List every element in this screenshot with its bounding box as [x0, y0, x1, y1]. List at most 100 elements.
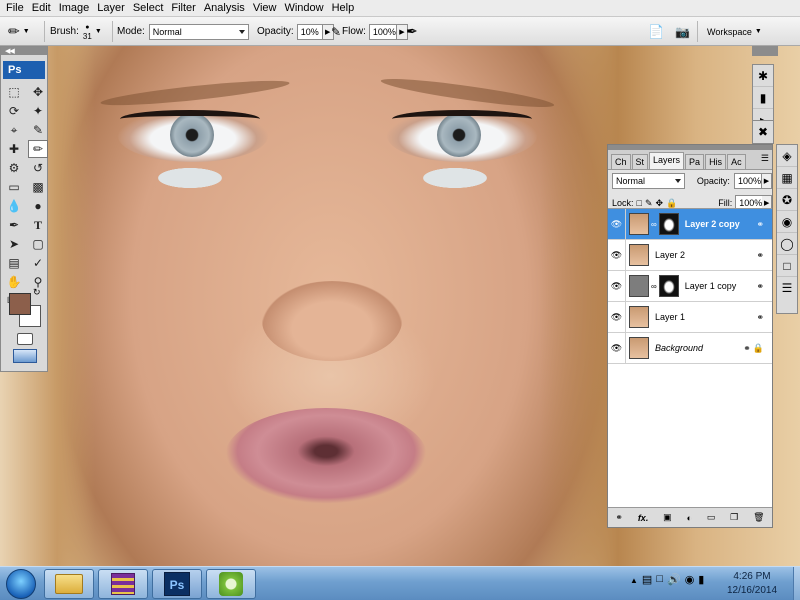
crop-tool-icon[interactable]: ⌖	[4, 121, 24, 139]
menu-analysis[interactable]: Analysis	[202, 0, 251, 17]
lock-pixels-icon[interactable]: ✎	[645, 198, 653, 209]
layer-opacity-input[interactable]: 100%	[733, 173, 762, 189]
gradient-tool-icon[interactable]: ▩	[28, 178, 48, 196]
type-tool-icon[interactable]: T	[28, 216, 48, 234]
blur-tool-icon[interactable]: 💧	[4, 197, 24, 215]
ps-logo[interactable]: Ps	[3, 61, 45, 79]
menu-window[interactable]: Window	[282, 0, 329, 17]
menu-select[interactable]: Select	[131, 0, 170, 17]
brush-picker[interactable]: Brush: ● 31 ▼	[50, 17, 102, 46]
lock-all-icon[interactable]: 🔒	[666, 198, 677, 209]
opacity-input[interactable]: 10%	[296, 23, 323, 40]
move-tool-icon[interactable]: ✥	[28, 83, 48, 101]
mask-icon[interactable]: ▣	[663, 512, 672, 523]
mask-link-icon[interactable]: ∞	[651, 282, 657, 291]
brush-tool-icon[interactable]: ✏	[28, 140, 48, 158]
menu-file[interactable]: File	[4, 0, 30, 17]
menu-filter[interactable]: Filter	[169, 0, 201, 17]
document-tray-icon[interactable]: ▤	[642, 573, 652, 589]
color-icon[interactable]: ◈	[777, 145, 797, 167]
visibility-eye-icon[interactable]: 👁	[608, 332, 626, 364]
paths-icon[interactable]: □	[777, 255, 797, 277]
navigator-icon[interactable]: ✱	[753, 65, 773, 87]
magic-wand-tool-icon[interactable]: ✦	[28, 102, 48, 120]
visibility-eye-icon[interactable]: 👁	[608, 301, 626, 333]
mask-link-icon[interactable]: ∞	[651, 220, 657, 229]
adjustments-icon[interactable]: ☰	[777, 277, 797, 299]
menu-view[interactable]: View	[251, 0, 283, 17]
mode-dropdown[interactable]: Normal	[148, 23, 249, 40]
path-selection-tool-icon[interactable]: ➤	[4, 235, 24, 253]
quick-mask-button[interactable]	[17, 333, 33, 345]
flow-input[interactable]: 100%	[368, 23, 397, 40]
layer-row-layer-1[interactable]: 👁 Layer 1 ⚭	[608, 301, 772, 333]
tab-actions[interactable]: Ac	[727, 154, 746, 169]
dodge-tool-icon[interactable]: ●	[28, 197, 48, 215]
layer-opacity-slider-button[interactable]: ▶	[761, 173, 772, 189]
fx-icon[interactable]: fx.	[638, 513, 649, 523]
adjustment-icon[interactable]: ◐	[687, 513, 692, 523]
taskbar-greenshot[interactable]	[206, 569, 256, 599]
trash-icon[interactable]: 🗑	[753, 512, 764, 523]
notes-tool-icon[interactable]: ▤	[4, 254, 24, 272]
layer-row-layer-1-copy[interactable]: 👁 ∞ Layer 1 copy ⚭	[608, 270, 772, 302]
styles-icon[interactable]: ✪	[777, 189, 797, 211]
menu-image[interactable]: Image	[57, 0, 96, 17]
lasso-tool-icon[interactable]: ⟳	[4, 102, 24, 120]
workspace-button[interactable]: Workspace ▼	[707, 17, 762, 46]
clone-stamp-tool-icon[interactable]: ⚙	[4, 159, 24, 177]
pen-tool-icon[interactable]: ✒	[4, 216, 24, 234]
airbrush-icon[interactable]: ✎	[331, 25, 341, 39]
security-icon[interactable]: ◉	[685, 573, 695, 589]
history-brush-tool-icon[interactable]: ↺	[28, 159, 48, 177]
tab-channels[interactable]: Ch	[611, 154, 631, 169]
screen-mode-button[interactable]	[13, 349, 37, 363]
show-desktop-button[interactable]	[793, 567, 800, 600]
swatches-icon[interactable]: ▦	[777, 167, 797, 189]
visibility-eye-icon[interactable]: 👁	[608, 270, 626, 302]
group-icon[interactable]: ▭	[707, 512, 716, 523]
layer-row-layer-2[interactable]: 👁 Layer 2 ⚭	[608, 239, 772, 271]
layer-row-layer-2-copy[interactable]: 👁 ∞ Layer 2 copy ⚭	[608, 208, 772, 240]
toggle-palettes-button[interactable]: 📄	[648, 17, 664, 46]
link-icon[interactable]: ⚭	[615, 512, 623, 523]
clock[interactable]: 4:26 PM 12/16/2014	[712, 570, 792, 598]
tools-options-icon[interactable]: ✖	[753, 121, 773, 143]
new-layer-icon[interactable]: ❐	[730, 512, 738, 523]
layer-mask-thumbnail[interactable]	[658, 275, 679, 297]
histogram-icon[interactable]: ▮	[753, 87, 773, 109]
shape-tool-icon[interactable]: ▢	[28, 235, 48, 253]
tool-preset-picker[interactable]: ✏ ▼	[8, 17, 30, 46]
tab-paths[interactable]: Pa	[685, 154, 705, 169]
lock-transparency-icon[interactable]: □	[637, 198, 642, 208]
layers-icon[interactable]: ◉	[777, 211, 797, 233]
swap-colors-icon[interactable]: ↻	[33, 287, 41, 298]
menu-edit[interactable]: Edit	[30, 0, 57, 17]
taskbar-explorer[interactable]	[44, 569, 94, 599]
device-central-button[interactable]: 📷	[675, 17, 690, 46]
show-hidden-icons-icon[interactable]: ▲	[630, 573, 638, 589]
eyedropper-sampler-icon[interactable]: ✓	[28, 254, 48, 272]
tab-history[interactable]: His	[705, 154, 727, 169]
panel-collapse-handle[interactable]: ◀◀	[1, 47, 47, 55]
eraser-tool-icon[interactable]: ▭	[4, 178, 24, 196]
channels-icon[interactable]: ◯	[777, 233, 797, 255]
taskbar-photoshop[interactable]: Ps	[152, 569, 202, 599]
marquee-tool-icon[interactable]: ⬚	[4, 83, 24, 101]
lock-position-icon[interactable]: ✥	[656, 198, 664, 209]
visibility-eye-icon[interactable]: 👁	[608, 239, 626, 271]
network-icon[interactable]: □	[656, 573, 663, 589]
healing-brush-tool-icon[interactable]: ✚	[4, 140, 24, 158]
eyedropper-tool-icon[interactable]: ✎	[28, 121, 48, 139]
battery-icon[interactable]: ▮	[698, 573, 704, 589]
panel-menu-icon[interactable]: ☰	[761, 153, 769, 164]
foreground-color-swatch[interactable]	[9, 293, 31, 315]
tab-layers[interactable]: Layers	[649, 152, 685, 169]
airbrush-toggle[interactable]: ✒	[406, 17, 418, 46]
hand-tool-icon[interactable]: ✋	[4, 273, 24, 291]
visibility-eye-icon[interactable]: 👁	[608, 208, 626, 240]
volume-icon[interactable]: 🔊	[667, 573, 681, 589]
blend-mode-dropdown[interactable]: Normal	[612, 173, 685, 189]
taskbar-winrar[interactable]	[98, 569, 148, 599]
menu-layer[interactable]: Layer	[95, 0, 131, 17]
